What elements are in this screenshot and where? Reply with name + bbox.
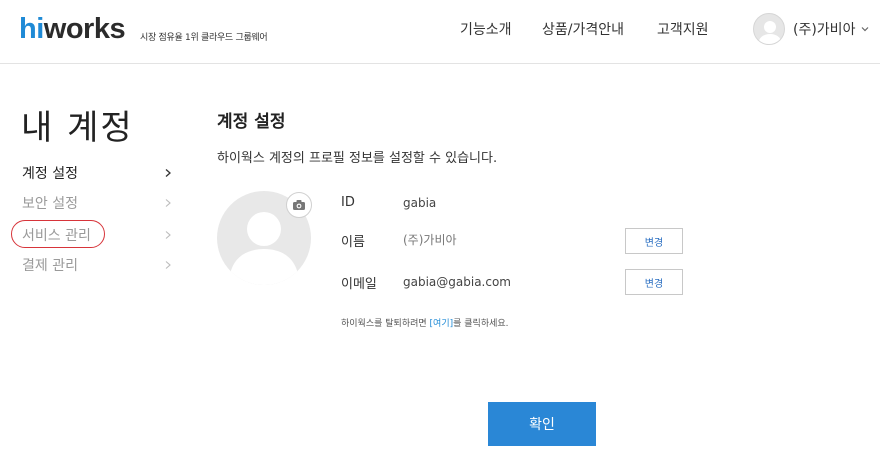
camera-icon — [293, 200, 305, 210]
sidebar-title: 내 계정 — [21, 108, 134, 148]
chevron-right-icon — [165, 261, 171, 269]
sidebar-item-label: 결제 관리 — [22, 258, 78, 274]
chevron-right-icon — [165, 199, 171, 207]
sidebar-item-payment-management[interactable]: 결제 관리 — [22, 254, 172, 276]
chevron-down-icon — [862, 27, 869, 32]
top-header: hi works 시장 점유율 1위 클라우드 그룹웨어 기능소개 상품/가격안내… — [0, 0, 880, 64]
user-name: (주)가비아 — [793, 22, 856, 38]
chevron-right-icon — [165, 231, 171, 239]
logo-tagline: 시장 점유율 1위 클라우드 그룹웨어 — [140, 33, 268, 43]
sidebar-item-label: 계정 설정 — [22, 166, 78, 182]
withdraw-prefix: 하이웍스를 탈퇴하려면 — [341, 319, 430, 329]
sidebar-item-security-settings[interactable]: 보안 설정 — [22, 192, 172, 214]
sidebar-item-account-settings[interactable]: 계정 설정 — [22, 162, 172, 184]
highlight-annotation-circle — [11, 220, 105, 248]
change-name-button[interactable]: 변경 — [625, 228, 683, 254]
nav-pricing[interactable]: 상품/가격안내 — [542, 19, 624, 39]
page-description: 하이웍스 계정의 프로필 정보를 설정할 수 있습니다. — [217, 151, 498, 166]
sidebar-item-label: 보안 설정 — [22, 196, 78, 212]
nav-features[interactable]: 기능소개 — [460, 19, 512, 39]
user-menu[interactable]: (주)가비아 — [753, 12, 870, 46]
name-value: (주)가비아 — [403, 233, 457, 247]
chevron-right-icon — [165, 169, 171, 177]
logo-works-text: works — [43, 13, 126, 45]
withdraw-suffix: 를 클릭하세요. — [453, 319, 509, 329]
withdraw-notice: 하이웍스를 탈퇴하려면 [여기]를 클릭하세요. — [341, 316, 509, 329]
id-label: ID — [341, 195, 355, 210]
page-title: 계정 설정 — [217, 112, 286, 132]
withdraw-link[interactable]: [여기] — [430, 319, 454, 329]
confirm-button[interactable]: 확인 — [488, 402, 596, 446]
nav-support[interactable]: 고객지원 — [657, 19, 709, 39]
camera-icon-button[interactable] — [286, 192, 312, 218]
email-value: gabia@gabia.com — [403, 275, 511, 289]
logo-hi-text: hi — [19, 13, 44, 45]
name-label: 이름 — [341, 235, 365, 250]
change-email-button[interactable]: 변경 — [625, 269, 683, 295]
user-silhouette-icon — [758, 21, 782, 44]
avatar — [753, 13, 785, 45]
id-value: gabia — [403, 196, 437, 210]
hiworks-logo[interactable]: hi works — [19, 13, 126, 45]
email-label: 이메일 — [341, 277, 377, 292]
